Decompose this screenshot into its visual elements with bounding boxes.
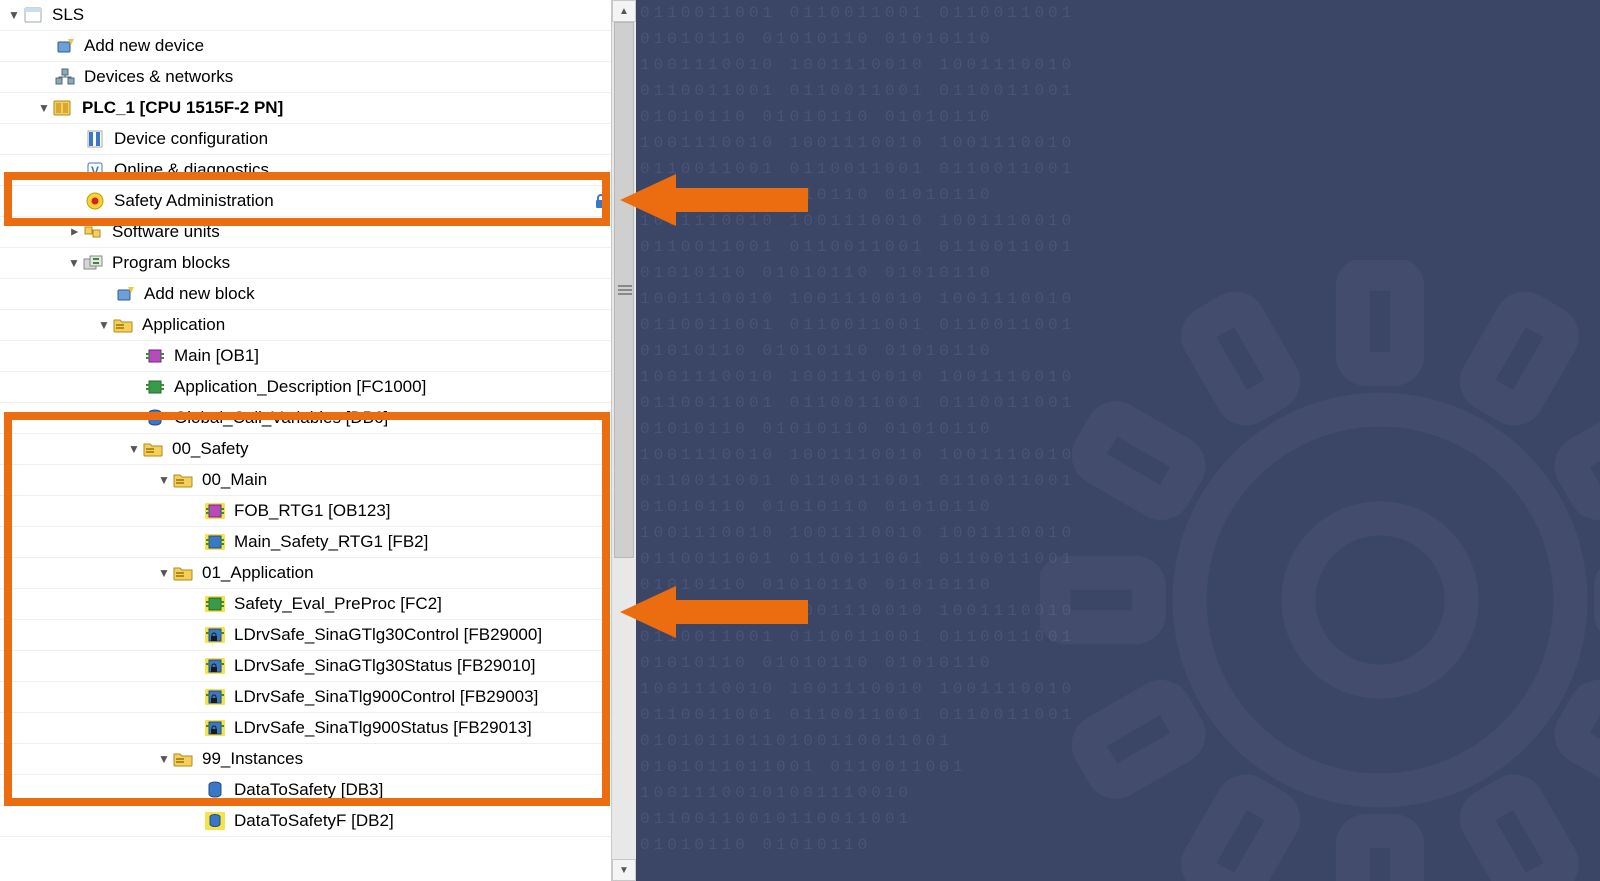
folder-icon <box>172 748 194 770</box>
tree-label: SLS <box>48 5 84 25</box>
tree-item-main-ob[interactable]: Main [OB1] <box>0 341 612 372</box>
db-block-icon <box>144 407 166 429</box>
tree-item-global-db[interactable]: Global_Call_Variables [DB6] <box>0 403 612 434</box>
tree-item-app-desc-fc[interactable]: Application_Description [FC1000] <box>0 372 612 403</box>
lock-icon <box>594 193 608 209</box>
tree-item-datatosafety[interactable]: DataToSafety [DB3] <box>0 775 612 806</box>
tree-label: 99_Instances <box>198 749 303 769</box>
tree-item-plc[interactable]: ▼ PLC_1 [CPU 1515F-2 PN] <box>0 93 612 124</box>
ob-block-icon <box>144 345 166 367</box>
tree-label: DataToSafetyF [DB2] <box>230 811 394 831</box>
tree-label: Add new device <box>80 36 204 56</box>
tree-label: Program blocks <box>108 253 230 273</box>
tree-item-online-diag[interactable]: V Online & diagnostics <box>0 155 612 186</box>
tree-item-device-config[interactable]: Device configuration <box>0 124 612 155</box>
safety-admin-icon <box>84 190 106 212</box>
db-block-icon <box>204 779 226 801</box>
folder-icon <box>172 469 194 491</box>
tree-item-software-units[interactable]: ▼ Software units <box>0 217 612 248</box>
tree-label: Online & diagnostics <box>110 160 269 180</box>
safety-fb-block-icon <box>204 531 226 553</box>
tree-item-add-device[interactable]: Add new device <box>0 31 612 62</box>
expand-toggle-icon[interactable]: ▼ <box>6 8 22 22</box>
fc-block-icon <box>144 376 166 398</box>
tree-label: LDrvSafe_SinaTlg900Status [FB29013] <box>230 718 532 738</box>
tree-item-main-safety-rtg1[interactable]: Main_Safety_RTG1 [FB2] <box>0 527 612 558</box>
online-diag-icon: V <box>84 159 106 181</box>
tree-item-add-block[interactable]: Add new block <box>0 279 612 310</box>
tree-item-ldrv30status[interactable]: LDrvSafe_SinaGTlg30Status [FB29010] <box>0 651 612 682</box>
program-blocks-icon <box>82 252 104 274</box>
tree-label: Safety_Eval_PreProc [FC2] <box>230 594 442 614</box>
expand-toggle-icon[interactable]: ▼ <box>156 566 172 580</box>
tree-label: 00_Main <box>198 470 267 490</box>
expand-toggle-icon[interactable]: ▼ <box>156 473 172 487</box>
tree-label: LDrvSafe_SinaGTlg30Control [FB29000] <box>230 625 542 645</box>
tree-item-ldrv900status[interactable]: LDrvSafe_SinaTlg900Status [FB29013] <box>0 713 612 744</box>
safety-fb-lock-icon <box>204 655 226 677</box>
safety-fb-lock-icon <box>204 686 226 708</box>
project-tree-panel: ▼ SLS Add new device Device <box>0 0 636 881</box>
safety-db-block-icon <box>204 810 226 832</box>
tree-label: Main_Safety_RTG1 [FB2] <box>230 532 428 552</box>
safety-fc-block-icon <box>204 593 226 615</box>
expand-toggle-icon[interactable]: ▼ <box>96 318 112 332</box>
scroll-up-button[interactable]: ▲ <box>612 0 636 22</box>
tree-label: Application <box>138 315 225 335</box>
tree-item-app01-folder[interactable]: ▼ 01_Application <box>0 558 612 589</box>
tree-label: Application_Description [FC1000] <box>170 377 426 397</box>
tree-label: Global_Call_Variables [DB6] <box>170 408 388 428</box>
tree-item-fob-rtg1[interactable]: FOB_RTG1 [OB123] <box>0 496 612 527</box>
expand-toggle-icon[interactable]: ▼ <box>156 752 172 766</box>
tree-label: 00_Safety <box>168 439 249 459</box>
tree-item-devices-networks[interactable]: Devices & networks <box>0 62 612 93</box>
tree-item-safety-eval[interactable]: Safety_Eval_PreProc [FC2] <box>0 589 612 620</box>
folder-icon <box>112 314 134 336</box>
safety-fb-lock-icon <box>204 624 226 646</box>
expand-toggle-icon[interactable]: ▼ <box>67 224 81 240</box>
add-device-icon <box>54 35 76 57</box>
expand-toggle-icon[interactable]: ▼ <box>126 442 142 456</box>
tree-label: 01_Application <box>198 563 314 583</box>
tree-item-ldrv900control[interactable]: LDrvSafe_SinaTlg900Control [FB29003] <box>0 682 612 713</box>
tree-label: FOB_RTG1 [OB123] <box>230 501 391 521</box>
tree-item-safety-folder[interactable]: ▼ 00_Safety <box>0 434 612 465</box>
tree-item-application-folder[interactable]: ▼ Application <box>0 310 612 341</box>
background-gear-icon <box>1040 260 1600 881</box>
tree-item-safety-admin[interactable]: Safety Administration <box>0 186 612 217</box>
network-icon <box>54 66 76 88</box>
tree-item-ldrv30control[interactable]: LDrvSafe_SinaGTlg30Control [FB29000] <box>0 620 612 651</box>
tree-label: Main [OB1] <box>170 346 259 366</box>
tree-label: Device configuration <box>110 129 268 149</box>
tree-item-main-folder[interactable]: ▼ 00_Main <box>0 465 612 496</box>
vertical-scrollbar[interactable]: ▲ ▼ <box>611 0 636 881</box>
folder-icon <box>172 562 194 584</box>
tree-label: Safety Administration <box>110 191 274 211</box>
project-tree[interactable]: ▼ SLS Add new device Device <box>0 0 612 881</box>
expand-toggle-icon[interactable]: ▼ <box>36 101 52 115</box>
tree-label: LDrvSafe_SinaTlg900Control [FB29003] <box>230 687 538 707</box>
cpu-icon <box>52 97 74 119</box>
safety-fb-lock-icon <box>204 717 226 739</box>
tree-label: DataToSafety [DB3] <box>230 780 383 800</box>
tree-item-datatosafetyf[interactable]: DataToSafetyF [DB2] <box>0 806 612 837</box>
folder-icon <box>142 438 164 460</box>
project-icon <box>22 4 44 26</box>
tree-label: Software units <box>108 222 220 242</box>
expand-toggle-icon[interactable]: ▼ <box>66 256 82 270</box>
add-block-icon <box>114 283 136 305</box>
svg-text:V: V <box>91 164 99 178</box>
tree-item-project[interactable]: ▼ SLS <box>0 0 612 31</box>
scrollbar-thumb[interactable] <box>614 22 634 558</box>
software-units-icon <box>82 221 104 243</box>
device-config-icon <box>84 128 106 150</box>
tree-item-instances-folder[interactable]: ▼ 99_Instances <box>0 744 612 775</box>
tree-label: Add new block <box>140 284 255 304</box>
safety-ob-block-icon <box>204 500 226 522</box>
tree-label: LDrvSafe_SinaGTlg30Status [FB29010] <box>230 656 535 676</box>
tree-label: PLC_1 [CPU 1515F-2 PN] <box>78 98 283 118</box>
tree-label: Devices & networks <box>80 67 233 87</box>
scroll-down-button[interactable]: ▼ <box>612 859 636 881</box>
tree-item-program-blocks[interactable]: ▼ Program blocks <box>0 248 612 279</box>
